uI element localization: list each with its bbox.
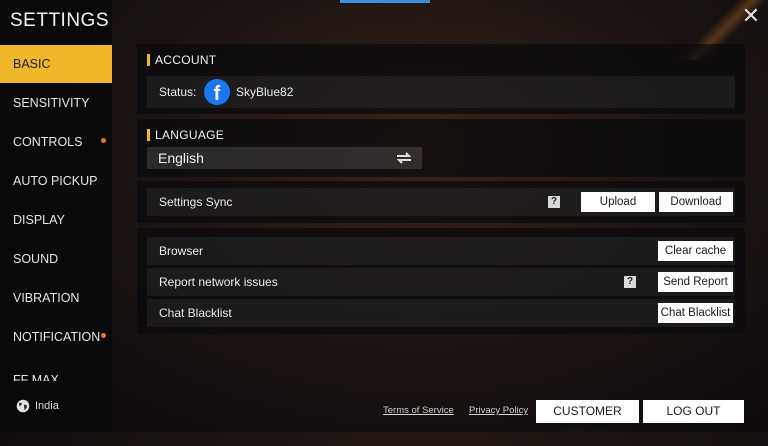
- logout-button[interactable]: LOG OUT: [643, 400, 744, 423]
- terms-of-service-link[interactable]: Terms of Service: [383, 405, 454, 416]
- chat-blacklist-button[interactable]: Chat Blacklist: [658, 303, 733, 323]
- help-icon[interactable]: ?: [624, 276, 636, 288]
- language-select[interactable]: English: [147, 147, 422, 169]
- sidebar-item-label: DISPLAY: [13, 213, 65, 227]
- help-icon[interactable]: ?: [548, 196, 560, 208]
- top-strip: [340, 0, 430, 3]
- chat-blacklist-label: Chat Blacklist: [159, 306, 232, 320]
- sidebar-item-controls[interactable]: CONTROLS: [0, 123, 112, 161]
- sidebar-item-label: VIBRATION: [13, 291, 80, 305]
- download-button[interactable]: Download: [659, 192, 733, 212]
- notification-dot: [101, 138, 106, 143]
- sidebar-item-vibration[interactable]: VIBRATION: [0, 279, 112, 317]
- account-username: SkyBlue82: [236, 85, 294, 99]
- sidebar: SETTINGS BASIC SENSITIVITY CONTROLS AUTO…: [0, 0, 112, 432]
- notification-dot: [101, 333, 106, 338]
- clear-cache-button[interactable]: Clear cache: [658, 241, 733, 261]
- close-button[interactable]: ✕: [740, 3, 762, 28]
- upload-button[interactable]: Upload: [581, 192, 655, 212]
- sidebar-item-display[interactable]: DISPLAY: [0, 201, 112, 239]
- sidebar-item-sensitivity[interactable]: SENSITIVITY: [0, 84, 112, 122]
- sidebar-item-label: FF MAX: [13, 373, 59, 381]
- language-heading: LANGUAGE: [147, 129, 224, 141]
- swap-icon: [396, 152, 412, 164]
- globe-icon: [16, 399, 30, 413]
- account-status-row: Status: f SkyBlue82: [147, 76, 735, 108]
- misc-panel: Browser Clear cache Report network issue…: [137, 228, 745, 334]
- settings-sync-label: Settings Sync: [159, 195, 233, 209]
- sidebar-item-label: BASIC: [13, 57, 51, 71]
- sync-panel: Settings Sync ? Upload Download: [137, 181, 745, 223]
- facebook-icon: f: [204, 79, 230, 105]
- sidebar-item-auto-pickup[interactable]: AUTO PICKUP: [0, 162, 112, 200]
- region-selector[interactable]: India: [16, 399, 59, 413]
- sidebar-item-label: NOTIFICATION: [13, 330, 101, 344]
- chat-blacklist-row: Chat Blacklist Chat Blacklist: [147, 299, 735, 327]
- region-label: India: [35, 400, 59, 412]
- customer-service-button[interactable]: CUSTOMER SERVICE: [536, 400, 639, 441]
- privacy-policy-link[interactable]: Privacy Policy: [469, 405, 528, 416]
- sidebar-item-notification[interactable]: NOTIFICATION: [0, 318, 112, 356]
- browser-label: Browser: [159, 244, 204, 258]
- language-value: English: [158, 150, 204, 166]
- settings-sync-row: Settings Sync ? Upload Download: [147, 188, 735, 216]
- report-network-label: Report network issues: [159, 275, 278, 289]
- browser-row: Browser Clear cache: [147, 237, 735, 265]
- close-icon: ✕: [741, 3, 761, 28]
- sidebar-item-label: AUTO PICKUP: [13, 174, 98, 188]
- settings-title: SETTINGS: [10, 10, 110, 31]
- account-panel: ACCOUNT Status: f SkyBlue82: [137, 44, 745, 114]
- language-panel: LANGUAGE English: [137, 119, 745, 177]
- status-label: Status:: [159, 85, 197, 99]
- sidebar-item-label: CONTROLS: [13, 135, 83, 149]
- sidebar-item-basic[interactable]: BASIC: [0, 45, 112, 83]
- report-network-row: Report network issues ? Send Report: [147, 268, 735, 296]
- sidebar-item-label: SOUND: [13, 252, 59, 266]
- sidebar-item-sound[interactable]: SOUND: [0, 240, 112, 278]
- account-heading: ACCOUNT: [147, 54, 216, 66]
- send-report-button[interactable]: Send Report: [658, 272, 733, 292]
- sidebar-item-ff-max[interactable]: FF MAX: [0, 367, 112, 381]
- sidebar-item-label: SENSITIVITY: [13, 96, 90, 110]
